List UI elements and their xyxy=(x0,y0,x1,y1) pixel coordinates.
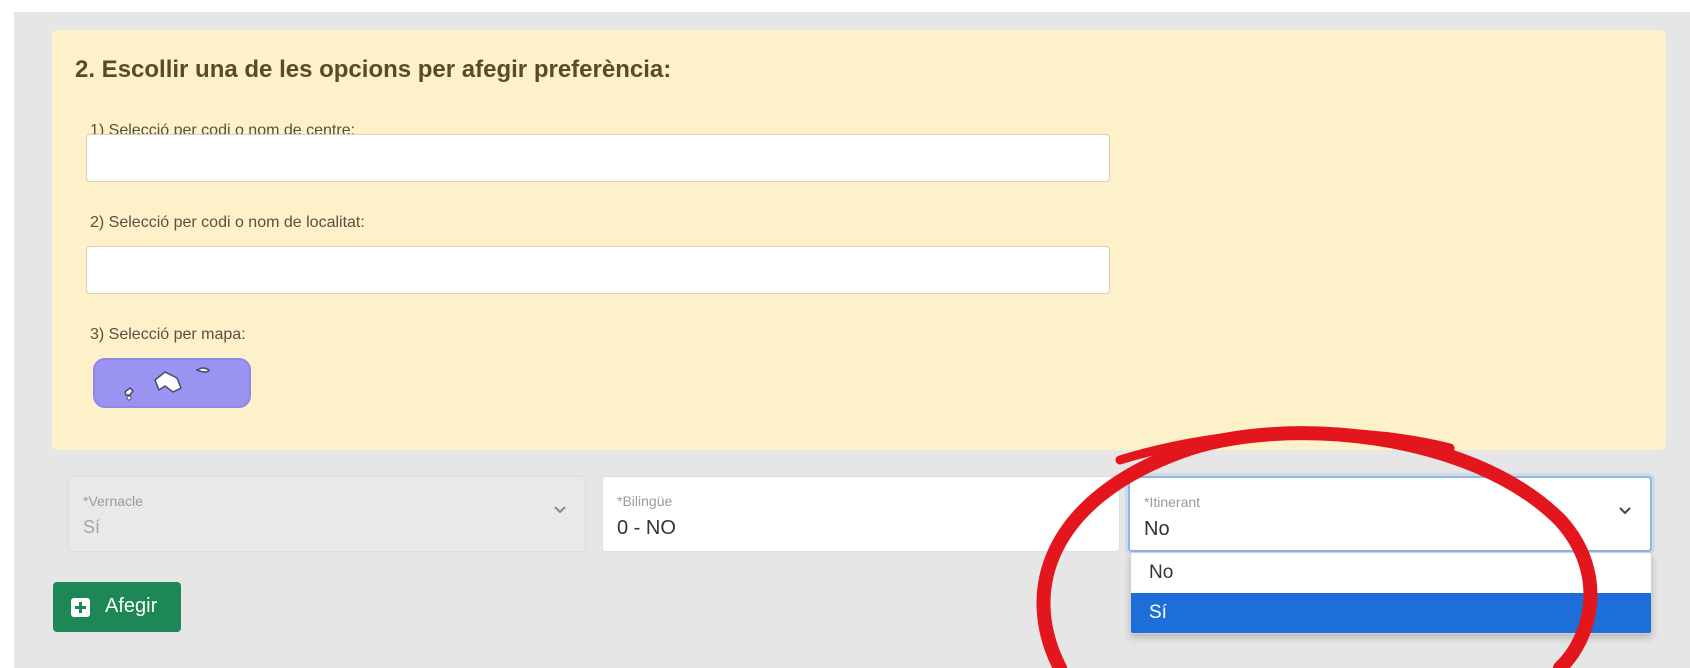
add-button-label: Afegir xyxy=(105,595,158,617)
chevron-down-icon xyxy=(1619,507,1631,515)
plus-square-icon xyxy=(71,598,90,617)
map-select-label: 3) Selecció per mapa: xyxy=(90,326,246,343)
map-select-button[interactable] xyxy=(93,358,251,408)
add-button[interactable]: Afegir xyxy=(53,582,181,632)
vernacle-value: Sí xyxy=(83,517,101,537)
itinerant-select[interactable]: *Itinerant No xyxy=(1128,476,1652,552)
itinerant-option-no[interactable]: No xyxy=(1131,553,1651,593)
locality-search-input[interactable] xyxy=(86,246,1110,294)
vernacle-select: *Vernacle Sí xyxy=(68,476,586,552)
center-search-input[interactable] xyxy=(86,134,1110,182)
locality-search-label: 2) Selecció per codi o nom de localitat: xyxy=(90,214,365,231)
itinerant-options-list: No Sí xyxy=(1130,552,1652,634)
bilingue-label: *Bilingüe xyxy=(617,493,673,509)
itinerant-value: No xyxy=(1144,518,1170,540)
chevron-down-icon xyxy=(554,506,566,514)
bilingue-select[interactable]: *Bilingüe 0 - NO xyxy=(602,476,1120,552)
itinerant-option-si[interactable]: Sí xyxy=(1131,593,1651,633)
preference-panel xyxy=(52,30,1666,450)
itinerant-label: *Itinerant xyxy=(1144,494,1201,510)
bilingue-value: 0 - NO xyxy=(617,517,676,539)
vernacle-label: *Vernacle xyxy=(83,493,143,509)
balearic-islands-map-icon xyxy=(124,367,210,401)
section-title: 2. Escollir una de les opcions per afegi… xyxy=(75,56,672,83)
